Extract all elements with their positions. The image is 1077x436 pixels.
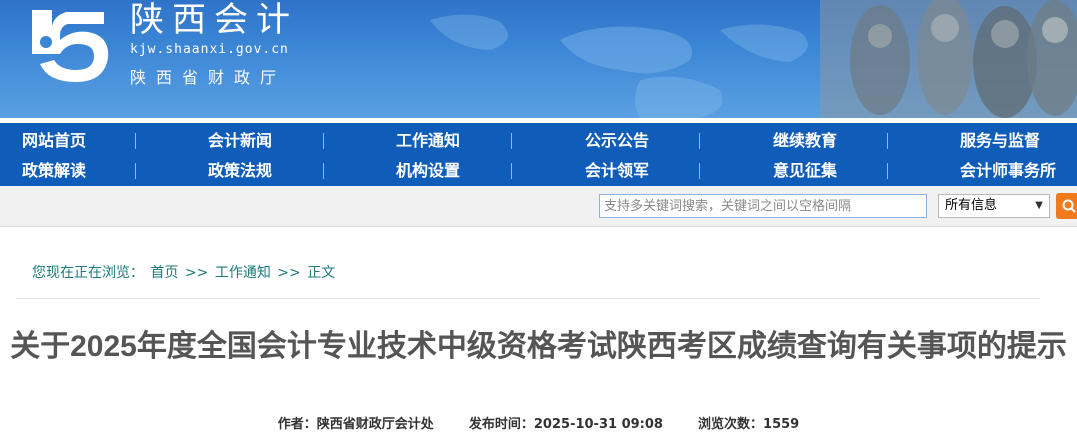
nav-separator: [887, 163, 888, 179]
published-value: 2025-10-31 09:08: [533, 417, 663, 432]
search-scope-value: 所有信息: [945, 198, 998, 213]
search-icon: [1062, 199, 1076, 213]
site-logo-icon: [32, 10, 109, 82]
site-title: 陕西会计: [130, 0, 298, 40]
article-title: 关于2025年度全国会计专业技术中级资格考试陕西考区成绩查询有关事项的提示: [10, 330, 1067, 363]
nav-item-continuing-education[interactable]: 继续教育: [725, 126, 885, 155]
breadcrumb-separator: >>: [277, 265, 301, 281]
nav-item-work-notices[interactable]: 工作通知: [348, 126, 508, 155]
published-label: 发布时间：: [468, 417, 534, 432]
site-banner: 陕西会计 kjw.shaanxi.gov.cn 陕西省财政厅: [0, 0, 1077, 118]
views-value: 1559: [763, 417, 800, 432]
author-value: 陕西省财政厅会计处: [316, 417, 434, 432]
search-input[interactable]: [599, 194, 927, 218]
search-bar: 所有信息 ▼: [0, 186, 1077, 227]
author-label: 作者：: [277, 417, 317, 432]
nav-item-policies-regulations[interactable]: 政策法规: [160, 156, 320, 185]
breadcrumb-prefix: 您现在正在浏览：: [32, 265, 144, 281]
breadcrumb-section-link[interactable]: 工作通知: [215, 265, 271, 281]
nav-row-1: 网站首页 会计新闻 工作通知 公示公告 继续教育 服务与监督: [0, 126, 1077, 155]
nav-item-service-supervision[interactable]: 服务与监督: [920, 126, 1077, 155]
article-meta: 作者：陕西省财政厅会计处 发布时间：2025-10-31 09:08 浏览次数：…: [0, 413, 1077, 432]
nav-separator: [511, 133, 512, 149]
breadcrumb-separator: >>: [184, 265, 209, 281]
nav-item-opinion-collection[interactable]: 意见征集: [725, 156, 885, 185]
nav-separator: [135, 163, 136, 179]
nav-item-accounting-news[interactable]: 会计新闻: [160, 126, 320, 155]
nav-separator: [699, 163, 700, 179]
search-button[interactable]: [1056, 193, 1077, 219]
breadcrumb: 您现在正在浏览： 首页 >> 工作通知 >> 正文: [32, 262, 337, 282]
nav-row-2: 政策解读 政策法规 机构设置 会计领军 意见征集 会计师事务所: [0, 156, 1077, 185]
search-scope-select[interactable]: 所有信息 ▼: [938, 194, 1050, 218]
nav-separator: [323, 133, 324, 149]
site-domain: kjw.shaanxi.gov.cn: [130, 42, 289, 57]
nav-item-accounting-leaders[interactable]: 会计领军: [537, 156, 697, 185]
views-label: 浏览次数：: [698, 417, 764, 432]
nav-separator: [511, 163, 512, 179]
site-department: 陕西省财政厅: [130, 68, 287, 87]
breadcrumb-home-link[interactable]: 首页: [150, 265, 178, 281]
chevron-down-icon: ▼: [1035, 200, 1043, 211]
nav-separator: [323, 163, 324, 179]
nav-separator: [699, 133, 700, 149]
nav-item-cpa-firms[interactable]: 会计师事务所: [928, 156, 1077, 185]
nav-item-announcements[interactable]: 公示公告: [537, 126, 697, 155]
nav-separator: [887, 133, 888, 149]
nav-item-policy-interpretation[interactable]: 政策解读: [22, 156, 182, 185]
main-nav: 网站首页 会计新闻 工作通知 公示公告 继续教育 服务与监督 政策解读 政策法规…: [0, 123, 1077, 186]
content-divider: [16, 298, 1040, 299]
nav-item-home[interactable]: 网站首页: [22, 126, 182, 155]
breadcrumb-current: 正文: [307, 265, 336, 281]
nav-item-organization[interactable]: 机构设置: [348, 156, 508, 185]
nav-separator: [135, 133, 136, 149]
